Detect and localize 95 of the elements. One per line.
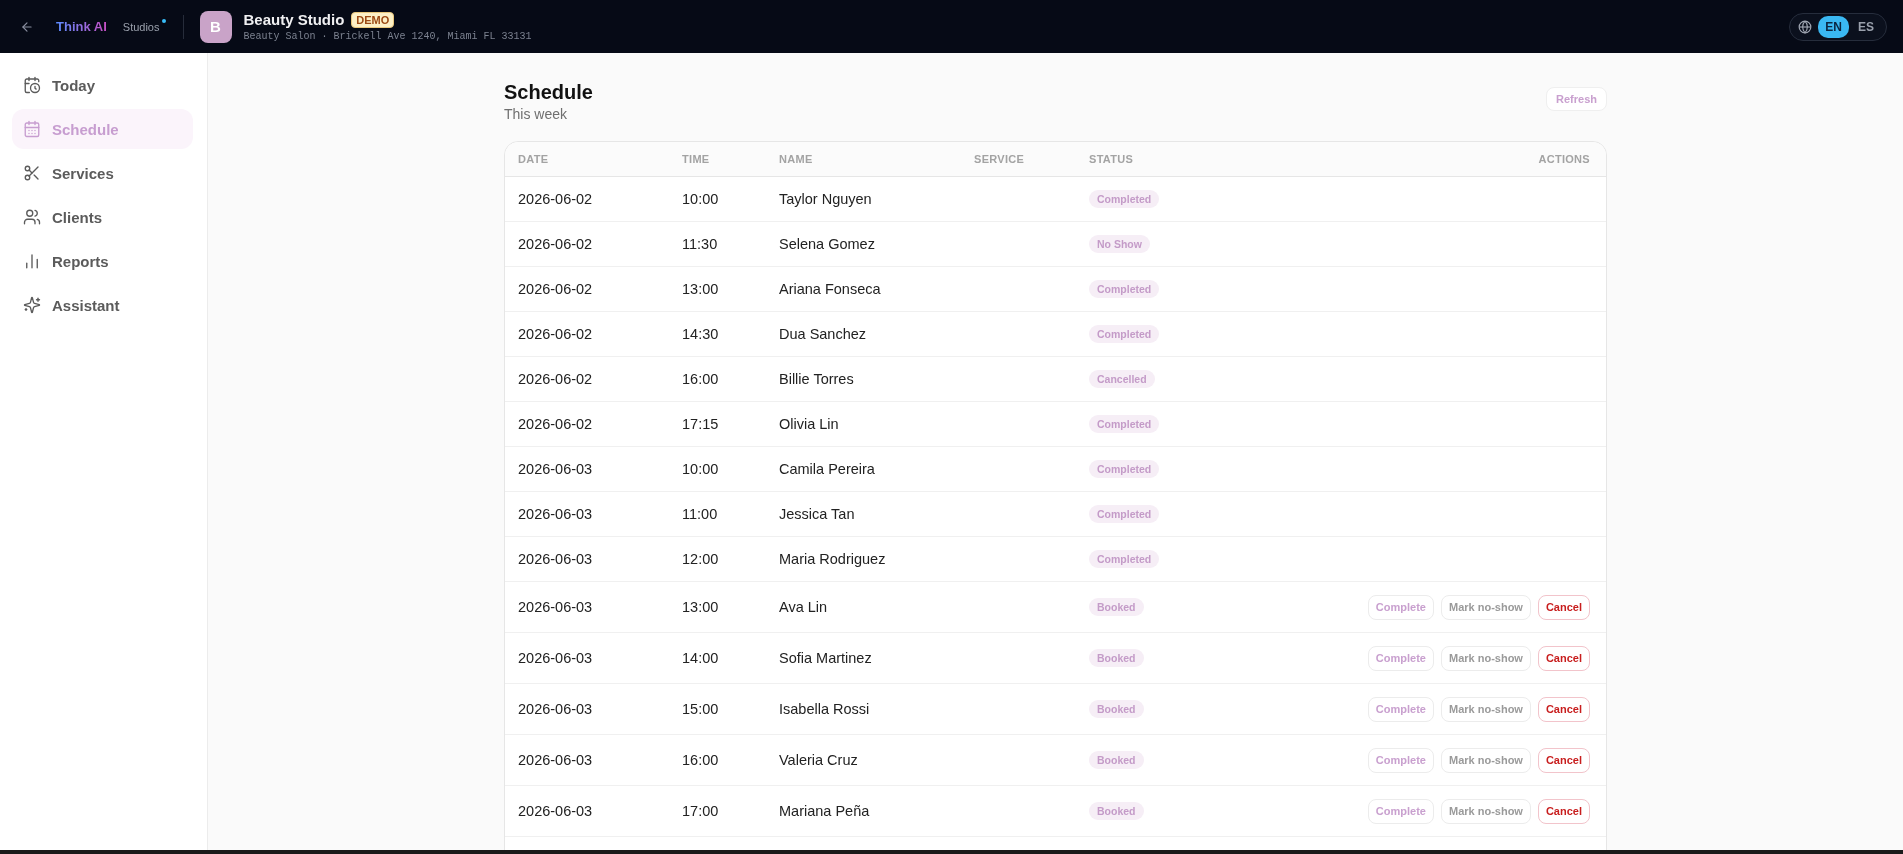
client-name-cell-text: Mariana Peña: [779, 803, 871, 819]
date-cell-text: 2026-06-02: [518, 326, 594, 342]
client-name-cell-text: Maria Rodriguez: [779, 551, 887, 567]
date-cell-text: 2026-06-02: [518, 236, 594, 252]
sidebar-item[interactable]: Reports: [12, 241, 193, 281]
sidebar-item[interactable]: Clients: [12, 197, 193, 237]
language-option[interactable]: EN: [1818, 15, 1849, 38]
sparkles-icon: [23, 296, 41, 314]
client-name-cell-text: Billie Torres: [779, 371, 855, 387]
column-header: NAME: [779, 153, 814, 165]
client-name-cell-text: Olivia Lin: [779, 416, 840, 432]
client-name-cell-text: Jessica Tan: [779, 506, 856, 522]
client-name-cell-text: Sofia Martinez: [779, 650, 873, 666]
time-cell-text: 10:00: [682, 191, 720, 207]
business-avatar: B: [199, 10, 232, 43]
time-cell-text: 16:00: [682, 371, 720, 387]
time-cell-text: 15:00: [682, 701, 720, 717]
status-badge: Booked: [1089, 598, 1144, 616]
status-badge: Completed: [1089, 190, 1160, 208]
time-cell-text: 10:00: [682, 461, 720, 477]
date-cell-text: 2026-06-02: [518, 281, 594, 297]
cancel-button[interactable]: Cancel: [1537, 594, 1590, 620]
status-badge: Completed: [1089, 550, 1160, 568]
date-cell-text: 2026-06-03: [518, 599, 594, 615]
column-header: STATUS: [1089, 153, 1135, 165]
cancel-button[interactable]: Cancel: [1537, 696, 1590, 722]
status-badge: Booked: [1089, 649, 1144, 667]
mark-no-show-button[interactable]: Mark no-show: [1440, 594, 1531, 620]
brand-logo-text[interactable]: Think AI: [56, 19, 107, 34]
sidebar-item[interactable]: Assistant: [12, 285, 193, 325]
cancel-button[interactable]: Cancel: [1537, 798, 1590, 824]
calendar-icon: [23, 120, 41, 138]
client-name-cell-text: Ava Lin: [779, 599, 829, 615]
section-label: Studios: [122, 20, 160, 33]
status-badge: Completed: [1089, 505, 1160, 523]
globe-icon: [1798, 19, 1813, 34]
time-cell-text: 17:15: [682, 416, 720, 432]
date-cell-text: 2026-06-03: [518, 701, 594, 717]
mark-no-show-button[interactable]: Mark no-show: [1440, 798, 1531, 824]
column-header: TIME: [682, 153, 711, 165]
mark-no-show-button[interactable]: Mark no-show: [1440, 645, 1531, 671]
date-cell-text: 2026-06-03: [518, 650, 594, 666]
status-badge: Booked: [1089, 700, 1144, 718]
time-cell-text: 11:30: [682, 236, 719, 252]
time-cell-text: 12:00: [682, 551, 720, 567]
demo-badge: DEMO: [351, 11, 395, 28]
status-badge: Booked: [1089, 802, 1144, 820]
bar-chart-icon: [23, 252, 41, 270]
time-cell-text: 14:00: [682, 650, 720, 666]
client-name-cell-text: Ariana Fonseca: [779, 281, 882, 297]
time-cell-text: 16:00: [682, 752, 720, 768]
date-cell-text: 2026-06-03: [518, 752, 594, 768]
scissors-icon: [23, 164, 41, 182]
status-badge: Completed: [1089, 460, 1160, 478]
users-icon: [23, 208, 41, 226]
cancel-button[interactable]: Cancel: [1537, 645, 1590, 671]
client-name-cell-text: Camila Pereira: [779, 461, 876, 477]
status-badge: Completed: [1089, 415, 1160, 433]
cancel-button[interactable]: Cancel: [1537, 747, 1590, 773]
mark-no-show-button[interactable]: Mark no-show: [1440, 747, 1531, 773]
business-address: Beauty Salon · Brickell Ave 1240, Miami FL 33131: [243, 31, 532, 42]
status-badge: No Show: [1089, 235, 1150, 253]
column-header: DATE: [518, 153, 550, 165]
date-cell-text: 2026-06-02: [518, 371, 594, 387]
time-cell-text: 14:30: [682, 326, 720, 342]
status-badge: Completed: [1089, 280, 1160, 298]
client-name-cell-text: Isabella Rossi: [779, 701, 871, 717]
column-header: SERVICE: [974, 153, 1026, 165]
date-cell-text: 2026-06-02: [518, 416, 594, 432]
date-cell-text: 2026-06-03: [518, 461, 594, 477]
language-option[interactable]: ES: [1851, 15, 1881, 38]
date-cell-text: 2026-06-02: [518, 191, 594, 207]
notification-dot-icon: [161, 18, 166, 23]
sidebar-item[interactable]: Today: [12, 65, 193, 105]
time-cell-text: 11:00: [682, 506, 719, 522]
date-cell-text: 2026-06-03: [518, 803, 594, 819]
calendar-clock-icon: [23, 76, 41, 94]
mark-no-show-button[interactable]: Mark no-show: [1440, 696, 1531, 722]
client-name-cell-text: Taylor Nguyen: [779, 191, 873, 207]
client-name-cell-text: Selena Gomez: [779, 236, 876, 252]
time-cell-text: 13:00: [682, 281, 720, 297]
date-cell-text: 2026-06-03: [518, 506, 594, 522]
status-badge: Completed: [1089, 325, 1160, 343]
client-name-cell-text: Valeria Cruz: [779, 752, 859, 768]
column-header: ACTIONS: [1538, 153, 1590, 165]
status-badge: Cancelled: [1089, 370, 1155, 388]
business-name: Beauty Studio: [243, 11, 345, 28]
time-cell-text: 17:00: [682, 803, 720, 819]
status-badge: Booked: [1089, 751, 1144, 769]
date-cell-text: 2026-06-03: [518, 551, 594, 567]
page-subtitle: This week: [504, 106, 569, 122]
time-cell-text: 13:00: [682, 599, 720, 615]
client-name-cell-text: Dua Sanchez: [779, 326, 868, 342]
sidebar-item[interactable]: Services: [12, 153, 193, 193]
page-title: Schedule: [504, 80, 593, 104]
